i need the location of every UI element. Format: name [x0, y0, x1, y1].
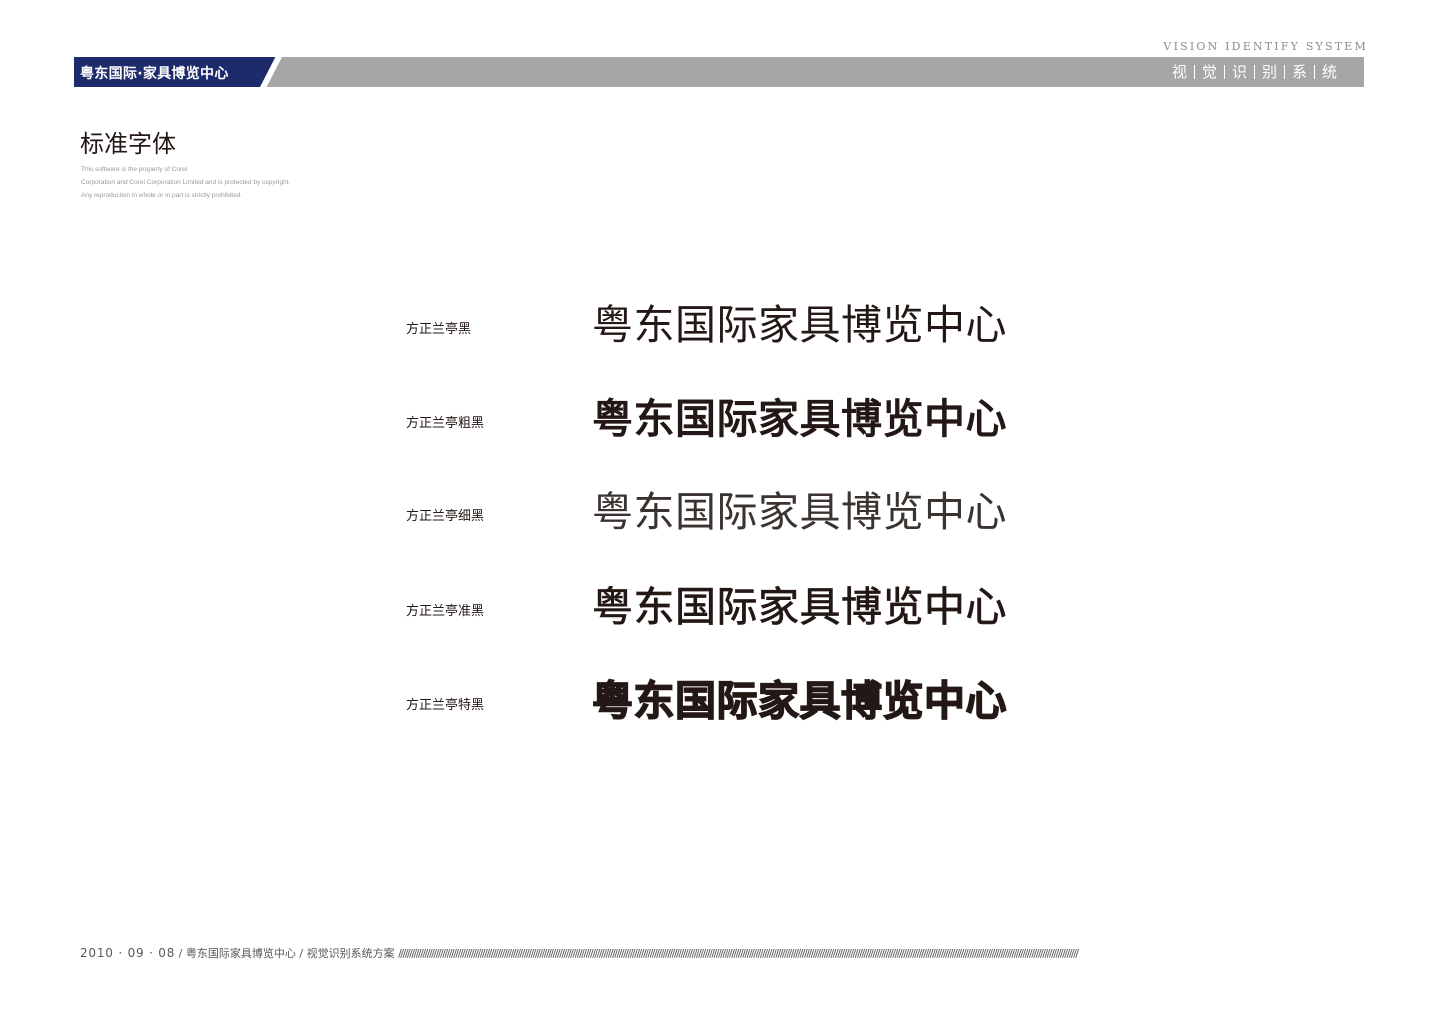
footer-title: / 粤东国际家具博览中心 / 视觉识别系统方案 — [175, 947, 399, 960]
font-name-label: 方正兰亭黑 — [406, 322, 472, 337]
font-sample-text: 粤东国际家具博览中心 — [592, 583, 1007, 631]
font-name-label: 方正兰亭特黑 — [406, 698, 485, 713]
font-sample-row: 方正兰亭细黑 粤东国际家具博览中心 — [0, 492, 1440, 552]
system-char: 觉 — [1201, 63, 1217, 81]
copyright-line: Corporation and Corel Corporation Limite… — [81, 179, 291, 186]
system-char: 识 — [1231, 63, 1247, 81]
font-name-label: 方正兰亭细黑 — [406, 509, 485, 524]
footer-slash-rule: ////////////////////////////////////////… — [398, 947, 1079, 960]
system-char: 统 — [1321, 63, 1337, 81]
brand-name: 粤东国际·家具博览中心 — [80, 66, 229, 82]
font-name-label: 方正兰亭准黑 — [406, 604, 485, 619]
font-sample-row: 方正兰亭粗黑 粤东国际家具博览中心 — [0, 399, 1440, 459]
copyright-notice: This software is the property of Corel C… — [81, 163, 381, 202]
font-sample-text: 粤东国际家具博览中心 — [592, 301, 1007, 349]
font-sample-row: 方正兰亭准黑 粤东国际家具博览中心 — [0, 583, 1440, 647]
font-sample-text: 粤东国际家具博览中心 — [591, 677, 1007, 725]
system-char: 系 — [1291, 63, 1307, 81]
footer-date: 2010 · 09 · 08 — [80, 946, 176, 960]
system-char: 别 — [1261, 63, 1277, 81]
font-sample-row: 方正兰亭黑 粤东国际家具博览中心 — [0, 305, 1440, 365]
font-sample-text: 粤东国际家具博览中心 — [592, 488, 1007, 536]
font-name-label: 方正兰亭粗黑 — [406, 416, 485, 431]
copyright-line: Any reproduction in whole or in part is … — [81, 192, 243, 199]
page-title: 标准字体 — [80, 130, 176, 158]
copyright-line: This software is the property of Corel — [81, 166, 188, 173]
font-sample-text: 粤东国际家具博览中心 — [592, 395, 1007, 443]
footer: 2010 · 09 · 08 / 粤东国际家具博览中心 / 视觉识别系统方案 /… — [80, 945, 1365, 961]
system-char: 视 — [1171, 63, 1187, 81]
vision-identify-system-en: VISION IDENTIFY SYSTEM — [1163, 40, 1368, 53]
font-sample-row: 方正兰亭特黑 粤东国际家具博览中心 — [0, 677, 1440, 741]
vision-identify-system-cn: 视 觉 识 别 系 统 — [1165, 61, 1344, 82]
